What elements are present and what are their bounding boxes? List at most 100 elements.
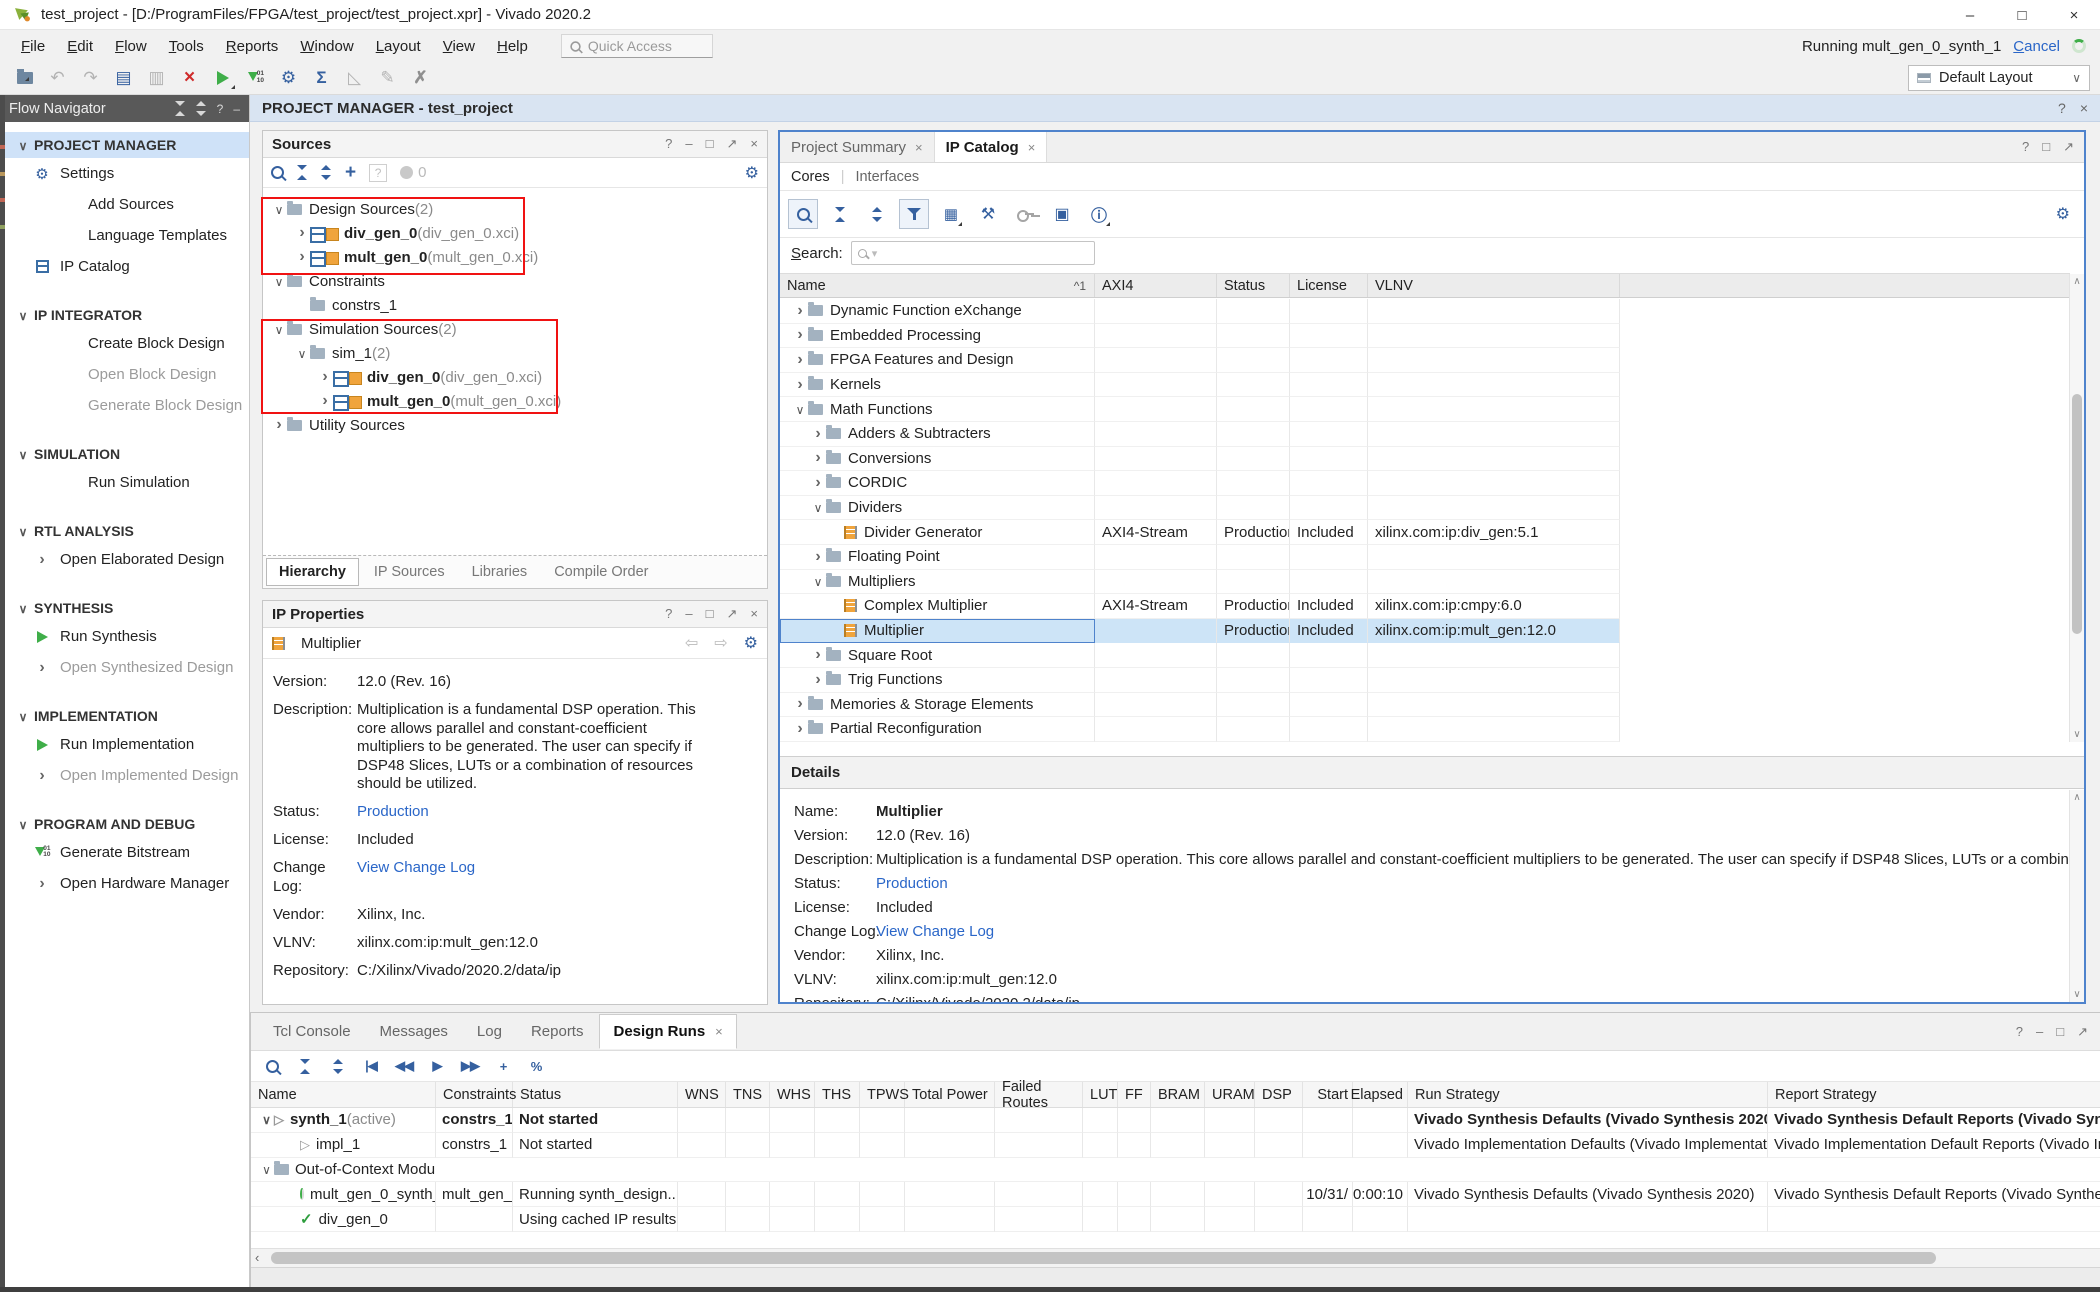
- scroll-up-icon[interactable]: ∧: [2070, 276, 2084, 287]
- sources-tree-row[interactable]: sim_1 (2): [263, 341, 767, 365]
- tree-arrow-icon[interactable]: [810, 646, 826, 664]
- design-runs-column[interactable]: Status: [513, 1082, 678, 1107]
- design-run-row[interactable]: ✓ div_gen_0 Using cached IP results: [251, 1207, 2100, 1232]
- tree-arrow-icon[interactable]: [294, 224, 310, 242]
- forward-arrow-icon[interactable]: ⇨: [714, 633, 727, 653]
- flow-navigator-row[interactable]: Open Implemented Design: [0, 760, 249, 791]
- search-icon[interactable]: [271, 166, 284, 179]
- sources-view-tab[interactable]: Hierarchy: [266, 558, 359, 586]
- catalog-search-input[interactable]: ▾: [851, 241, 1095, 265]
- design-runs-column[interactable]: Failed Routes: [995, 1082, 1083, 1107]
- minimize-panel-icon[interactable]: –: [685, 606, 692, 622]
- minimize-panel-icon[interactable]: –: [233, 102, 240, 116]
- tree-arrow-icon[interactable]: [810, 425, 826, 443]
- flow-navigator-row[interactable]: PROGRAM AND DEBUG: [0, 811, 249, 837]
- menu-item[interactable]: Flow: [104, 33, 158, 60]
- close-tab-icon[interactable]: ×: [915, 140, 923, 155]
- design-run-row[interactable]: ▷ synth_1 (active) constrs_1 Not started…: [251, 1108, 2100, 1133]
- tree-arrow-icon[interactable]: [294, 346, 310, 361]
- help-icon[interactable]: ?: [665, 606, 672, 622]
- collapse-all-icon[interactable]: [175, 101, 186, 116]
- help-icon[interactable]: ?: [2022, 139, 2029, 155]
- menu-item[interactable]: Edit: [56, 33, 104, 60]
- flow-navigator-row[interactable]: SIMULATION: [0, 441, 249, 467]
- bottom-tab[interactable]: Reports: [518, 1015, 597, 1048]
- tree-arrow-icon[interactable]: [792, 376, 808, 394]
- tree-arrow-icon[interactable]: [810, 449, 826, 467]
- catalog-tree-row[interactable]: Complex Multiplier AXI4-Stream Productio…: [780, 594, 1620, 619]
- sources-view-tab[interactable]: IP Sources: [362, 559, 457, 585]
- tree-arrow-icon[interactable]: [317, 392, 333, 410]
- flow-navigator-row[interactable]: Create Block Design: [0, 328, 249, 359]
- add-sources-icon[interactable]: +: [345, 162, 356, 184]
- tree-arrow-icon[interactable]: [810, 474, 826, 492]
- menu-item[interactable]: File: [10, 33, 56, 60]
- sources-tree-row[interactable]: mult_gen_0 (mult_gen_0.xci): [263, 245, 767, 269]
- details-scrollbar[interactable]: ∧ ∨: [2069, 790, 2084, 1002]
- tree-arrow-icon[interactable]: [810, 548, 826, 566]
- catalog-tree-row[interactable]: Trig Functions: [780, 668, 1620, 693]
- flow-navigator-row[interactable]: PROJECT MANAGER: [0, 132, 249, 158]
- scrollbar-thumb[interactable]: [2072, 394, 2082, 634]
- float-panel-icon[interactable]: ↗: [2077, 1024, 2088, 1040]
- maximize-panel-icon[interactable]: □: [706, 136, 714, 152]
- catalog-tree-row[interactable]: Square Root: [780, 643, 1620, 668]
- menu-item[interactable]: View: [432, 33, 486, 60]
- flow-navigator-row[interactable]: Run Synthesis: [0, 621, 249, 652]
- catalog-tree-row[interactable]: Conversions: [780, 447, 1620, 472]
- design-runs-column[interactable]: FF: [1118, 1082, 1151, 1107]
- sources-tree-row[interactable]: Constraints: [263, 269, 767, 293]
- flow-navigator-row[interactable]: RTL ANALYSIS: [0, 518, 249, 544]
- bottom-tab[interactable]: Log: [464, 1015, 515, 1048]
- design-runs-column[interactable]: Elapsed: [1353, 1082, 1408, 1107]
- design-runs-column[interactable]: URAM: [1205, 1082, 1255, 1107]
- help-icon[interactable]: ?: [665, 136, 672, 152]
- maximize-button[interactable]: □: [1996, 0, 2048, 30]
- design-runs-column[interactable]: WHS: [770, 1082, 815, 1107]
- editor-tab[interactable]: Project Summary ×: [780, 132, 935, 162]
- tree-arrow-icon[interactable]: [810, 574, 826, 589]
- design-runs-column[interactable]: LUT: [1083, 1082, 1118, 1107]
- catalog-tree-row[interactable]: Floating Point: [780, 545, 1620, 570]
- flow-navigator-row[interactable]: IP INTEGRATOR: [0, 302, 249, 328]
- design-runs-column[interactable]: BRAM: [1151, 1082, 1205, 1107]
- interfaces-tab[interactable]: Interfaces: [855, 169, 919, 185]
- messages-badge[interactable]: 0: [400, 164, 426, 181]
- sources-tree-row[interactable]: div_gen_0 (div_gen_0.xci): [263, 365, 767, 389]
- flow-navigator-row[interactable]: Run Simulation: [0, 467, 249, 498]
- maximize-panel-icon[interactable]: □: [706, 606, 714, 622]
- catalog-tree-row[interactable]: Memories & Storage Elements: [780, 693, 1620, 718]
- catalog-tree-row[interactable]: Dynamic Function eXchange: [780, 299, 1620, 324]
- close-panel-icon[interactable]: ×: [750, 606, 758, 622]
- design-runs-column[interactable]: Report Strategy: [1768, 1082, 2100, 1107]
- tree-arrow-icon[interactable]: [271, 322, 287, 337]
- tree-arrow-icon[interactable]: [792, 402, 808, 417]
- maximize-panel-icon[interactable]: □: [2042, 139, 2050, 155]
- tree-arrow-icon[interactable]: [792, 695, 808, 713]
- tree-arrow-icon[interactable]: [810, 671, 826, 689]
- tree-arrow-icon[interactable]: [792, 326, 808, 344]
- design-runs-column[interactable]: Run Strategy: [1408, 1082, 1768, 1107]
- expand-all-icon[interactable]: [196, 101, 207, 116]
- tree-arrow-icon[interactable]: [294, 248, 310, 266]
- menu-item[interactable]: Reports: [215, 33, 290, 60]
- tree-arrow-icon[interactable]: [271, 416, 287, 434]
- scroll-up-icon[interactable]: ∧: [2070, 792, 2084, 803]
- sources-tree-row[interactable]: mult_gen_0 (mult_gen_0.xci): [263, 389, 767, 413]
- float-panel-icon[interactable]: ↗: [727, 606, 738, 622]
- design-runs-column[interactable]: Name: [251, 1082, 436, 1107]
- design-runs-column[interactable]: DSP: [1255, 1082, 1303, 1107]
- back-arrow-icon[interactable]: ⇦: [685, 633, 698, 653]
- catalog-tree-row[interactable]: Embedded Processing: [780, 324, 1620, 349]
- tree-arrow-icon[interactable]: [792, 351, 808, 369]
- column-axi4[interactable]: AXI4: [1095, 274, 1217, 297]
- tree-arrow-icon[interactable]: [259, 1162, 274, 1177]
- design-runs-column[interactable]: TNS: [726, 1082, 770, 1107]
- help-icon[interactable]: ?: [2016, 1024, 2023, 1040]
- sources-view-tab[interactable]: Compile Order: [542, 559, 660, 585]
- flow-navigator-row[interactable]: Generate Bitstream: [0, 837, 249, 868]
- menu-item[interactable]: Tools: [158, 33, 215, 60]
- catalog-tree-row[interactable]: Multiplier Production Included xilinx.co…: [780, 619, 1620, 644]
- sources-tree-row[interactable]: Simulation Sources (2): [263, 317, 767, 341]
- catalog-tree-row[interactable]: Multipliers: [780, 570, 1620, 595]
